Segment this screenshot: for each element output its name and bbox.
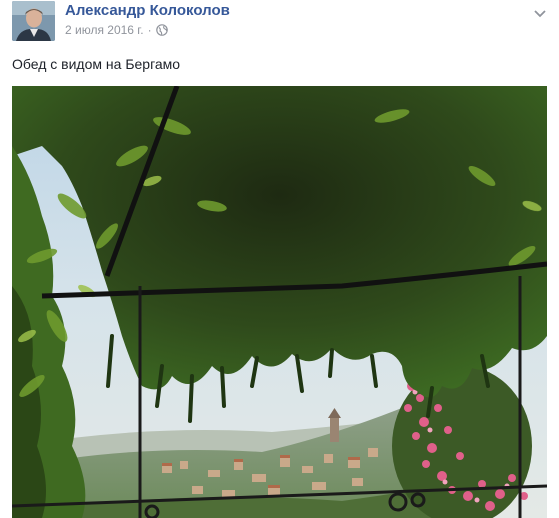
feed-post: Александр Колоколов 2 июля 2016 г. · Обе… (0, 0, 559, 518)
chevron-down-icon[interactable] (533, 6, 547, 18)
post-date-link[interactable]: 2 июля 2016 г. (65, 23, 144, 37)
post-photo[interactable] (12, 86, 547, 518)
meta-separator: · (147, 23, 152, 37)
post-meta: 2 июля 2016 г. · (65, 23, 168, 37)
author-name-link[interactable]: Александр Колоколов (65, 2, 230, 19)
avatar[interactable] (12, 1, 55, 41)
post-text: Обед с видом на Бергамо (12, 56, 181, 72)
globe-icon[interactable] (155, 24, 168, 36)
